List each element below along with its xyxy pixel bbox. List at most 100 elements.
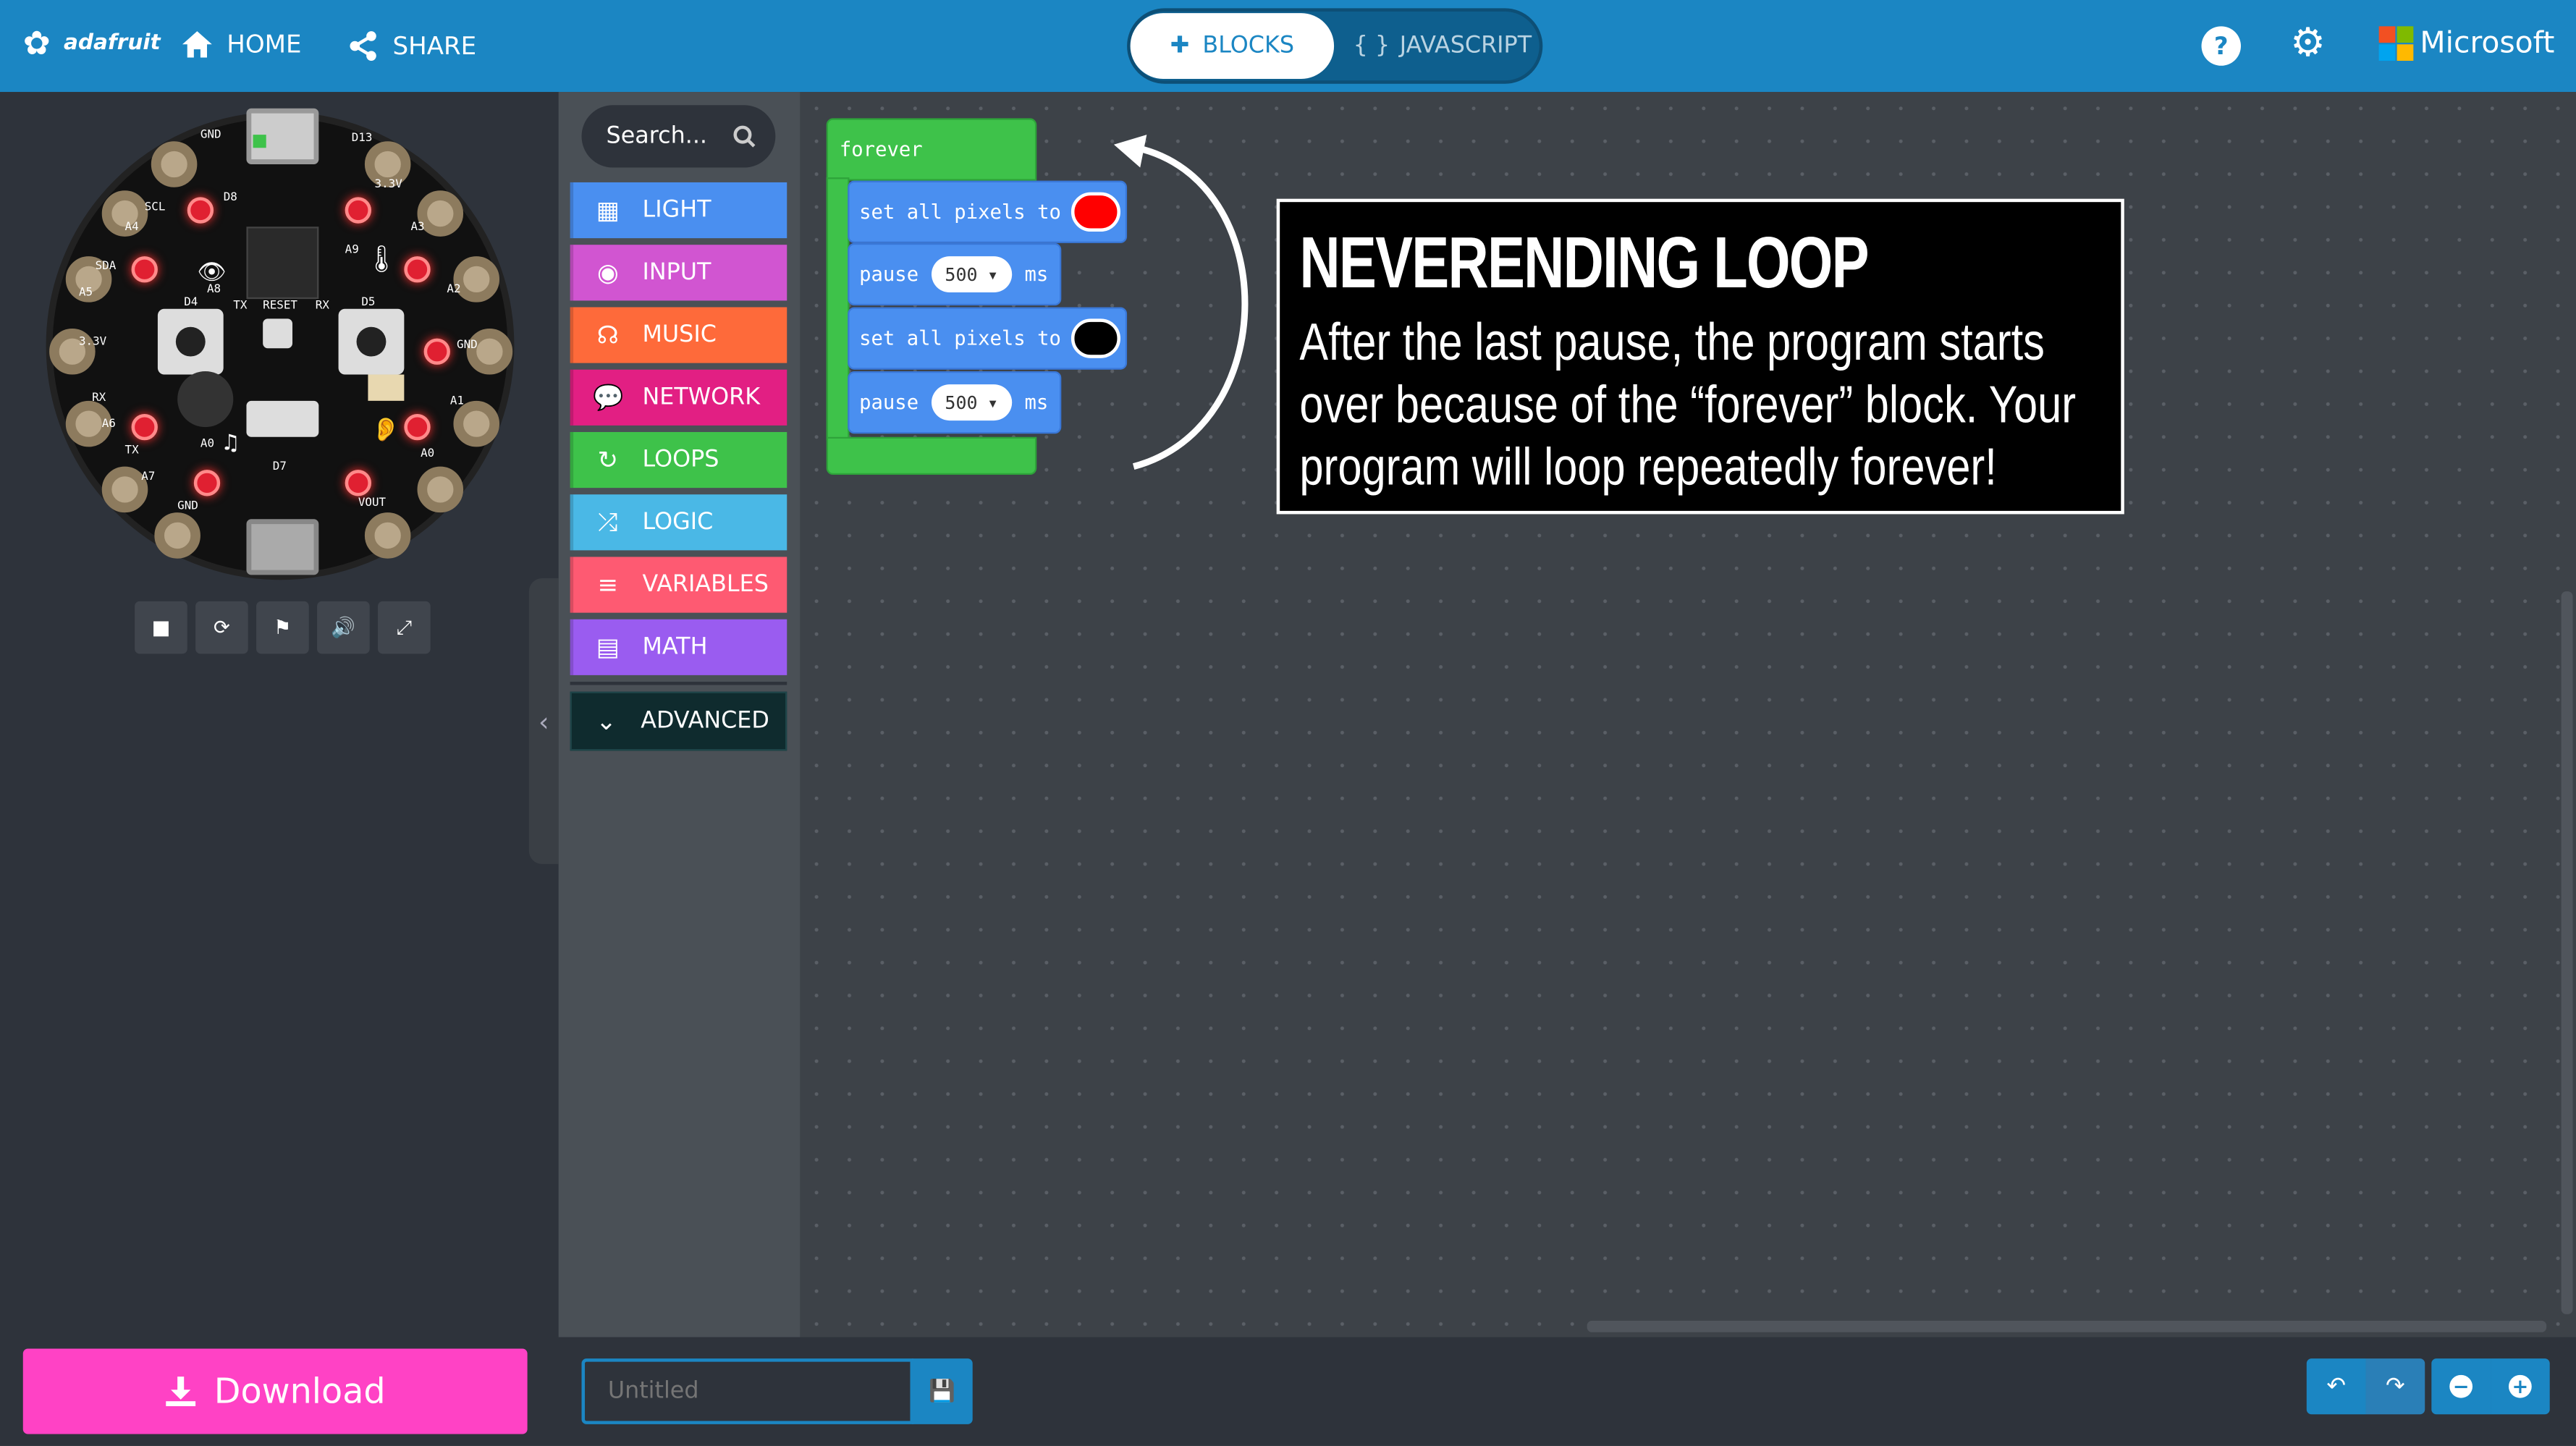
callout-body: After the last pause, the program starts… (1299, 312, 2077, 496)
category-input[interactable]: ◉ INPUT (570, 245, 787, 301)
slide-switch[interactable] (246, 400, 319, 437)
undo-button[interactable]: ↶ (2306, 1358, 2366, 1415)
download-button[interactable]: Download (22, 1348, 528, 1434)
search-placeholder: Search... (606, 123, 708, 150)
loop-icon: ↻ (597, 445, 619, 475)
pin-label: SDA (95, 259, 117, 273)
list-icon: ≡ (597, 570, 619, 600)
pad (417, 466, 464, 513)
circuit-playground-board[interactable]: GND D13 D8 SCL A4 3.3V A3 SDA A5 A9 👁 A8… (46, 108, 515, 580)
thermometer-icon: 🌡 (364, 242, 399, 275)
home-label: HOME (227, 29, 302, 59)
pause-block[interactable]: pause 500 ▾ ms (848, 371, 1062, 434)
share-button[interactable]: SHARE (347, 30, 476, 62)
pin-label: GND (457, 338, 478, 352)
category-logic[interactable]: ⤮ LOGIC (570, 494, 787, 551)
pin-label: D13 (351, 131, 373, 145)
category-label: LOGIC (642, 509, 714, 536)
pin-label: 3.3V (78, 335, 107, 349)
button-b[interactable] (338, 308, 405, 375)
stop-icon[interactable]: ■ (135, 601, 187, 654)
pause-value-dropdown[interactable]: 500 ▾ (932, 256, 1012, 293)
category-music[interactable]: ☊ MUSIC (570, 307, 787, 363)
pin-label: A8 (206, 282, 221, 296)
floppy-disk-icon: 💾 (929, 1379, 956, 1404)
ms-label: ms (1024, 391, 1049, 414)
chevron-left-icon: ‹ (539, 705, 549, 737)
chat-icon: 💬 (593, 382, 624, 413)
pin-label: D5 (361, 295, 376, 309)
ear-icon: 👂 (371, 417, 400, 444)
category-advanced[interactable]: ⌄ ADVANCED (570, 691, 787, 751)
redo-button[interactable]: ↷ (2365, 1358, 2425, 1415)
vertical-scrollbar[interactable] (2561, 591, 2573, 1314)
pin-label: A4 (124, 220, 139, 234)
neopixel-led (187, 197, 214, 224)
adafruit-logo[interactable]: ✿ adafruit (23, 23, 161, 62)
help-icon[interactable]: ? (2201, 26, 2242, 66)
reset-button[interactable] (263, 318, 293, 349)
neopixel-led (404, 413, 431, 441)
category-math[interactable]: ▤ MATH (570, 619, 787, 675)
download-label: Download (214, 1371, 386, 1411)
grid-icon: ▦ (596, 195, 620, 225)
category-network[interactable]: 💬 NETWORK (570, 369, 787, 426)
pause-value: 500 (945, 263, 978, 285)
collapse-simulator-button[interactable]: ‹ (528, 578, 559, 864)
pin-label: RX (315, 299, 329, 313)
pin-label: A9 (345, 242, 359, 257)
headphones-icon: ☊ (596, 320, 619, 350)
category-label: MATH (642, 634, 708, 661)
pause-value-dropdown[interactable]: 500 ▾ (932, 384, 1012, 421)
restart-icon[interactable]: ⟳ (195, 601, 248, 654)
category-light[interactable]: ▦ LIGHT (570, 182, 787, 239)
set-pixels-block[interactable]: set all pixels to (848, 307, 1128, 370)
share-icon (350, 31, 376, 61)
volume-icon[interactable]: 🔊 (317, 601, 370, 654)
pin-label: RESET (263, 299, 298, 313)
zoom-in-button[interactable]: + (2491, 1358, 2550, 1415)
speaker (177, 371, 234, 428)
caret-down-icon: ▾ (987, 263, 999, 285)
status-led (253, 135, 266, 148)
tab-javascript[interactable]: { } JAVASCRIPT (1351, 13, 1534, 79)
caret-down-icon: ▾ (987, 392, 999, 413)
forever-block-footer (826, 436, 1037, 475)
home-button[interactable]: HOME (181, 30, 302, 59)
zoom-in-icon: + (2508, 1374, 2532, 1398)
fullscreen-icon[interactable]: ⤢ (378, 601, 431, 654)
toolbox-divider (570, 681, 787, 685)
pin-label: TX (124, 443, 139, 457)
set-pixels-label: set all pixels to (859, 326, 1061, 350)
zoom-out-button[interactable]: − (2431, 1358, 2491, 1415)
forever-block-spine (826, 177, 850, 441)
light-sensor (368, 374, 405, 401)
pin-label: SCL (144, 200, 166, 214)
microsoft-logo[interactable]: Microsoft (2378, 26, 2554, 61)
set-pixels-block[interactable]: set all pixels to (848, 180, 1128, 243)
pin-label: GND (200, 128, 221, 142)
project-name-input[interactable] (581, 1358, 914, 1424)
horizontal-scrollbar[interactable] (1587, 1320, 2547, 1332)
pin-label: D4 (184, 295, 198, 309)
save-button[interactable]: 💾 (911, 1358, 973, 1424)
slow-mo-icon[interactable]: ⚑ (256, 601, 309, 654)
pin-label: A3 (410, 220, 425, 234)
pause-block[interactable]: pause 500 ▾ ms (848, 242, 1062, 306)
tab-javascript-label: JAVASCRIPT (1399, 33, 1532, 59)
gear-icon[interactable]: ⚙ (2290, 20, 2326, 66)
category-variables[interactable]: ≡ VARIABLES (570, 557, 787, 613)
tab-blocks[interactable]: ✚ BLOCKS (1130, 13, 1335, 79)
button-a[interactable] (157, 308, 224, 375)
shuffle-icon: ⤮ (598, 507, 618, 538)
pin-label: VOUT (358, 496, 387, 510)
forever-block[interactable]: forever (826, 118, 1037, 181)
neopixel-led (193, 470, 221, 496)
toolbox-search-input[interactable]: Search... (581, 105, 776, 168)
adafruit-star-icon: ✿ (22, 22, 51, 63)
braces-icon: { } (1353, 33, 1390, 59)
category-loops[interactable]: ↻ LOOPS (570, 431, 787, 489)
pad (151, 141, 198, 187)
pin-label: A1 (449, 394, 465, 407)
brand-name: adafruit (63, 30, 161, 56)
